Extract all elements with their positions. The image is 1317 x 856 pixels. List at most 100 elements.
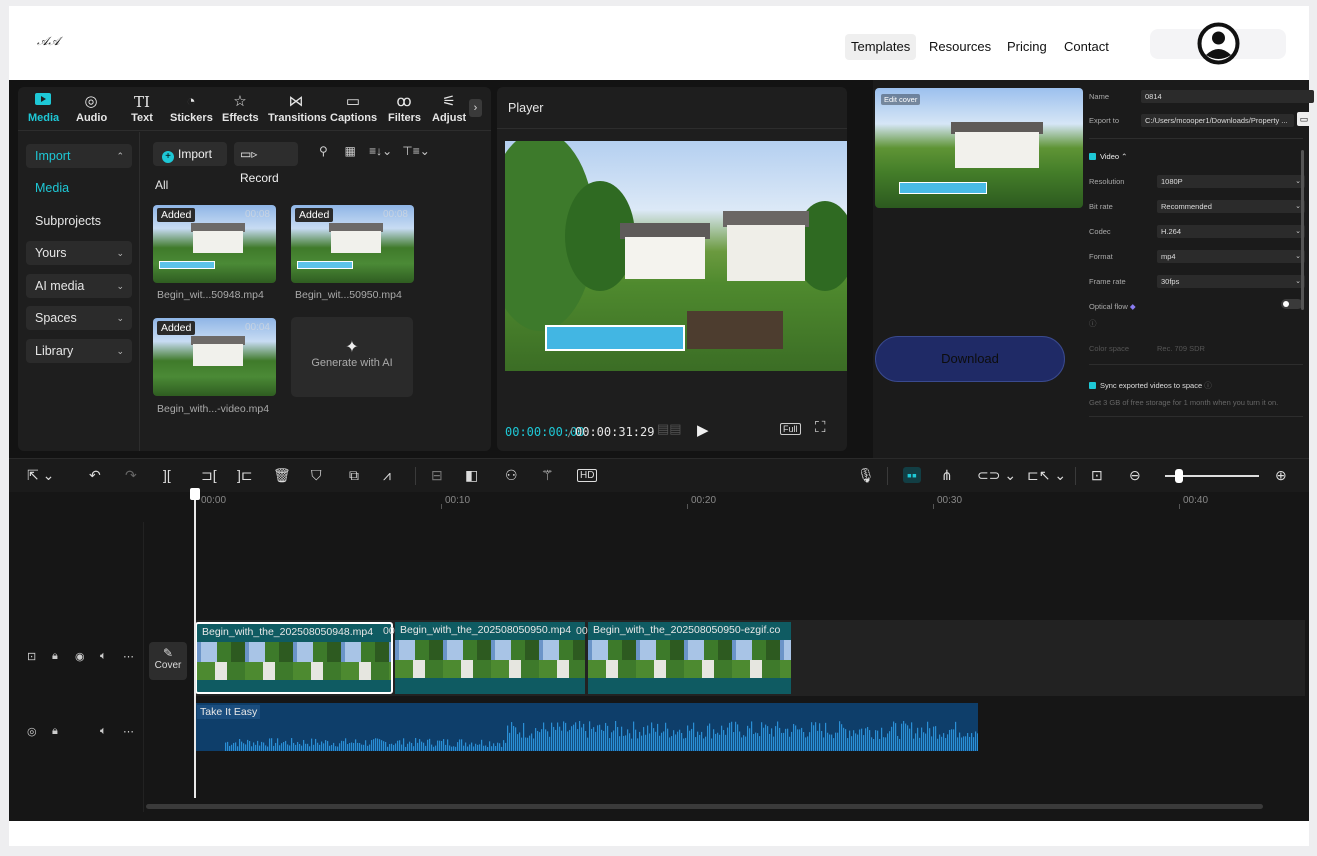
nav-contact[interactable]: Contact (1058, 34, 1115, 60)
more-icon[interactable]: ⋯ (123, 725, 134, 738)
playhead-handle[interactable] (190, 488, 200, 500)
tool-text[interactable]: TI Text (129, 92, 155, 124)
sidebar-item-media[interactable]: Media (26, 176, 132, 200)
generate-with-ai-button[interactable]: ✦ Generate with AI (291, 317, 413, 397)
folder-icon[interactable]: ▭ (1297, 112, 1311, 126)
magnet-link-icon[interactable]: ▪▪ (903, 467, 921, 483)
microphone-icon[interactable]: 🎙 (857, 467, 875, 484)
diamond-icon: ◆ (1129, 302, 1136, 311)
bitrate-select[interactable]: Recommended ⌄ (1157, 200, 1305, 213)
split-left-icon[interactable]: ⊐[ (201, 467, 217, 484)
record-button[interactable]: ▭▹ Record (234, 142, 298, 185)
download-button[interactable]: Download (875, 336, 1065, 382)
export-scrollbar[interactable] (1301, 150, 1304, 310)
sidebar-item-ai-media[interactable]: AI media ⌄ (26, 274, 132, 298)
mirror-icon[interactable]: ⩘ (383, 467, 391, 484)
fullscreen-icon[interactable]: ⛶ (815, 419, 826, 436)
lock-icon[interactable]: 🔒︎ (52, 650, 58, 663)
waveform-bar (773, 736, 775, 751)
freeze-icon[interactable]: ⊟ (431, 467, 443, 484)
lock-icon[interactable]: 🔒︎ (52, 725, 58, 738)
sidebar-item-subprojects[interactable]: Subprojects (26, 209, 132, 233)
chevron-right-icon[interactable]: › (469, 99, 482, 117)
redo-icon[interactable]: ↷ (125, 467, 137, 484)
split-right-icon[interactable]: ]⊏ (237, 467, 253, 484)
timeline-clip-1[interactable]: Begin_with_the_202508050948.mp4 (195, 622, 393, 694)
timeline-scrollbar[interactable] (146, 804, 1263, 809)
full-button[interactable]: Full (780, 423, 801, 435)
preview-axis-icon[interactable]: ⊏↖ ⌄ (1027, 467, 1066, 484)
sidebar-item-import[interactable]: Import ⌃ (26, 144, 132, 168)
delete-icon[interactable]: 🗑 (273, 467, 291, 484)
zoom-out-icon[interactable]: ⊖ (1129, 467, 1141, 484)
playhead[interactable] (194, 492, 196, 798)
split-icon[interactable]: ][ (163, 467, 171, 483)
waveform-bar (863, 735, 865, 751)
export-to-field[interactable]: C:/Users/mcooper1/Downloads/Property ... (1141, 114, 1294, 127)
crop-icon[interactable]: ⧉ (349, 467, 359, 484)
logo[interactable]: 𝒜𝒜 (37, 34, 60, 49)
volume-icon[interactable]: 🔈︎ (100, 725, 107, 738)
sidebar-item-spaces[interactable]: Spaces ⌄ (26, 306, 132, 330)
snap-icon[interactable]: ⋔ (941, 467, 953, 484)
tool-audio[interactable]: ◎ Audio (76, 92, 107, 124)
name-field[interactable]: 0814 (1141, 90, 1314, 103)
waveform-bar (381, 740, 383, 751)
filter-icon[interactable]: ⊤≡⌄ (402, 144, 430, 158)
tool-stickers[interactable]: ◔ Stickers (170, 92, 213, 124)
audio-clip[interactable]: Take It Easy (195, 703, 978, 751)
timeline-ruler[interactable]: 00:00 00:10 00:20 00:30 00:40 (195, 492, 1305, 512)
edit-cover-button[interactable]: Edit cover (881, 94, 921, 105)
tool-media[interactable]: Media (28, 92, 59, 124)
nav-pricing[interactable]: Pricing (1001, 34, 1053, 60)
tool-captions[interactable]: ▭ Captions (330, 92, 377, 124)
top-nav: 𝒜𝒜 Templates Resources Pricing Contact (9, 6, 1309, 80)
sync-option[interactable]: Sync exported videos to space ⓘ (1089, 380, 1212, 391)
zoom-slider-knob[interactable] (1175, 469, 1183, 483)
framerate-select[interactable]: 30fps ⌄ (1157, 275, 1305, 288)
format-select[interactable]: mp4 ⌄ (1157, 250, 1305, 263)
import-button[interactable]: + Import (153, 142, 227, 166)
video-section[interactable]: Video ⌃ (1089, 152, 1127, 161)
grid-view-icon[interactable]: ▦ (344, 144, 355, 158)
sidebar-item-library[interactable]: Library ⌄ (26, 339, 132, 363)
select-cursor-icon[interactable]: ⇱ ⌄ (27, 467, 54, 484)
waveform-bar (791, 731, 793, 751)
resolution-select[interactable]: 1080P ⌄ (1157, 175, 1305, 188)
eye-icon[interactable]: ◉ (75, 650, 85, 663)
link-icon[interactable]: ⊂⊃ ⌄ (977, 467, 1016, 484)
timeline-clip-3[interactable]: Begin_with_the_202508050950-ezgif.co (588, 622, 791, 694)
volume-icon[interactable]: 🔈︎ (100, 650, 107, 663)
undo-icon[interactable]: ↶ (89, 467, 101, 484)
nav-templates[interactable]: Templates (845, 34, 917, 60)
tool-adjust[interactable]: ⚟ Adjust (432, 92, 466, 124)
magic-wand-icon[interactable]: ⚚ (541, 467, 554, 484)
more-icon[interactable]: ⋯ (123, 650, 134, 663)
media-item-1[interactable]: Added 00:08 (153, 205, 276, 283)
sort-icon[interactable]: ≡↓⌄ (369, 144, 392, 158)
tool-effects[interactable]: ☆ Effects (222, 92, 259, 124)
fit-zoom-icon[interactable]: ⊡ (1091, 467, 1103, 484)
zoom-in-icon[interactable]: ⊕ (1275, 467, 1287, 484)
user-avatar-icon[interactable] (1196, 21, 1241, 66)
codec-select[interactable]: H.264 ⌄ (1157, 225, 1305, 238)
video-preview[interactable] (505, 141, 847, 371)
media-item-3[interactable]: Added 00:04 (153, 318, 276, 396)
waveform-bar (339, 743, 341, 751)
timeline-clip-2[interactable]: Begin_with_the_202508050950.mp4 (395, 622, 585, 694)
waveform-bar (335, 746, 337, 751)
marker-icon[interactable]: ⛉ (311, 467, 322, 484)
export-cover[interactable]: Edit cover (875, 88, 1083, 208)
person-icon[interactable]: ⚇ (505, 467, 518, 484)
audio-split-icon[interactable]: ◧ (465, 467, 478, 484)
search-icon[interactable]: ⚲ (319, 144, 328, 158)
tool-filters[interactable]: ꝏ Filters (388, 92, 421, 124)
play-icon[interactable]: ▶ (697, 421, 709, 439)
media-item-2[interactable]: Added 00:08 (291, 205, 414, 283)
sidebar-item-yours[interactable]: Yours ⌄ (26, 241, 132, 265)
tool-transitions[interactable]: ⋈ Transitions (268, 92, 327, 124)
hd-icon[interactable]: HD (577, 469, 598, 482)
optical-flow-toggle[interactable] (1281, 299, 1303, 309)
nav-resources[interactable]: Resources (923, 34, 997, 60)
cover-button[interactable]: ✎ Cover (149, 642, 187, 680)
